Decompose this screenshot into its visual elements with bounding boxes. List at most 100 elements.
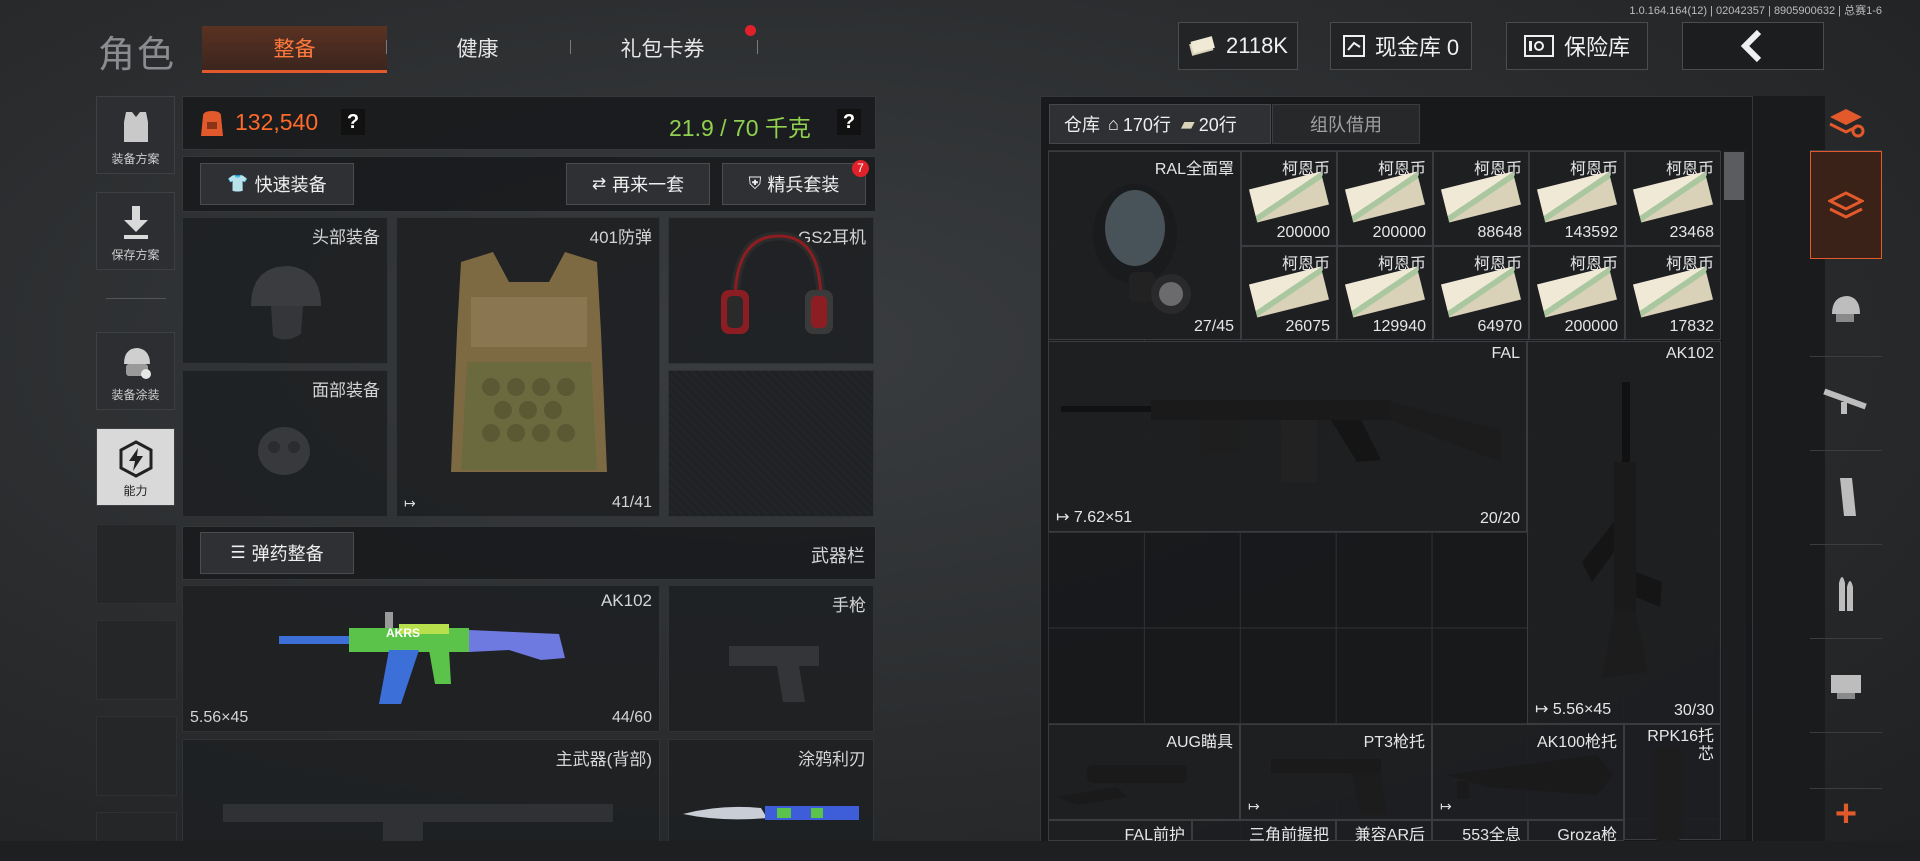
coin-stack[interactable]: 柯恩币 200000 [1529,246,1625,340]
loadout-value: 132,540 [235,109,319,135]
empty-slot [96,620,177,700]
coin-amount: 23468 [1669,224,1715,241]
help-icon[interactable]: ? [341,109,365,135]
coin-amount: 200000 [1564,318,1618,335]
tab-gift-cards[interactable]: 礼包卡券 [580,26,745,70]
warehouse-item-mask[interactable]: RAL全面罩 27/45 [1048,151,1241,340]
melee-slot[interactable]: 涂鸦利刃 [668,739,874,849]
coin-stack[interactable]: 柯恩币 143592 [1529,151,1625,246]
back-weapon-slot[interactable]: 主武器(背部) [182,739,660,849]
category-ammo[interactable] [1810,544,1882,639]
coin-stack[interactable]: 柯恩币 200000 [1337,151,1433,246]
coin-stack[interactable]: 柯恩币 26075 [1241,246,1337,340]
warehouse-item-ak100-stock[interactable]: AK100枪托 ↦ [1432,724,1624,820]
armor-slot[interactable]: 401防弹 ↦ 41/41 [396,217,660,517]
loadout-summary-bar: 132,540 ? 21.9 / 70 千克 ? [182,96,876,150]
money-display: 2118K [1178,22,1298,70]
cash-vault-label: 现金库 0 [1374,35,1460,60]
warehouse-item-partial[interactable]: 三角前握把 [1192,820,1336,844]
gear-paint-button[interactable]: 装备涂装 [96,332,175,410]
elite-set-button[interactable]: ⛨ 精兵套装 [722,163,866,205]
tab-health[interactable]: 健康 [400,26,555,70]
warehouse-item-pt3-stock[interactable]: PT3枪托 ↦ [1240,724,1432,820]
warehouse-item-rpk16-core[interactable]: RPK16托芯 [1624,724,1721,841]
coin-stack[interactable]: 柯恩币 23468 [1625,151,1721,246]
weight-help-icon[interactable]: ? [837,109,861,135]
pistol-slot-label: 手枪 [832,596,866,615]
equip-again-button[interactable]: ⇄ 再来一套 [566,163,710,205]
unequip-icon[interactable]: ↦ [404,495,416,512]
coin-amount: 143592 [1564,224,1618,241]
category-weapon[interactable] [1810,356,1882,451]
sort-button[interactable] [1810,96,1882,151]
warehouse-item-aug-scope[interactable]: AUG瞄具 [1048,724,1240,820]
pistol-slot[interactable]: 手枪 [668,585,874,732]
cash-vault-button[interactable]: 现金库 0 [1330,22,1472,70]
coin-stack[interactable]: 柯恩币 129940 [1337,246,1433,340]
version-info: 1.0.164.164(12) | 02042357 | 8905900632 … [1629,5,1882,17]
warehouse-item-fal[interactable]: FAL ↦ 7.62×51 20/20 [1048,341,1527,532]
warehouse-item-ak102[interactable]: AK102 ↦ 5.56×45 30/30 [1527,341,1721,724]
gear-paint-label: 装备涂装 [111,388,160,402]
team-borrow-tab[interactable]: 组队借用 [1272,104,1420,144]
safe-icon [1523,35,1554,57]
butterfly-knife-image [683,806,859,820]
safe-button[interactable]: 保险库 [1506,22,1648,70]
warehouse-tab[interactable]: 仓库 ⌂ 170行 ▰ 20行 [1049,104,1271,144]
ak102-ammo-count: 30/30 [1673,702,1714,719]
empty-slot [96,812,177,842]
home-icon: ⌂ [1108,113,1119,134]
category-helmet[interactable] [1810,262,1882,357]
mask-icon [258,427,310,475]
armor-durability: 41/41 [611,494,652,511]
coin-stack[interactable]: 柯恩币 17832 [1625,246,1721,340]
vest-icon [123,112,148,142]
warehouse-scrollbar[interactable] [1722,150,1746,840]
ak102-rifle-image [279,612,565,704]
scrollbar-thumb[interactable] [1724,152,1744,200]
tab-divider [570,40,571,54]
coin-amount: 17832 [1669,318,1715,335]
coin-stack[interactable]: 柯恩币 200000 [1241,151,1337,246]
category-all[interactable] [1810,151,1882,259]
quick-equip-label: 快速装备 [254,175,327,195]
elite-badge: 7 [852,160,869,177]
add-category-button[interactable]: + [1810,788,1882,839]
head-slot[interactable]: 头部装备 [182,217,388,364]
tab-divider [386,40,387,54]
back-button[interactable] [1682,22,1824,70]
coin-amount: 26075 [1285,318,1331,335]
headset-slot[interactable]: GS2耳机 [668,217,874,364]
category-attachment[interactable] [1810,638,1882,733]
save-plan-button[interactable]: 保存方案 [96,192,175,270]
ticket-icon: ▰ [1180,113,1195,134]
tab-divider [757,40,758,54]
tab-gear[interactable]: 整备 [202,26,387,73]
safe-label: 保险库 [1563,35,1630,60]
warehouse-item-partial[interactable]: 兼容AR后 [1336,820,1432,844]
headset-image [721,231,833,334]
category-magazine[interactable] [1810,450,1882,545]
face-slot[interactable]: 面部装备 [182,370,388,517]
bullet-category-icon [1839,577,1853,611]
cash-stack-icon [1632,171,1714,223]
ammo-list-icon: ☰ [230,543,246,562]
ability-button[interactable]: 能力 [96,428,175,506]
gear-plan-button[interactable]: 装备方案 [96,96,175,174]
cash-stack-icon [1536,266,1618,318]
unequip-icon: ↦ [1440,798,1452,814]
primary-ammo-type: 5.56×45 [190,709,249,726]
warehouse-item-partial[interactable]: 553全息 [1432,820,1528,844]
quick-equip-button[interactable]: 👕 快速装备 [200,163,354,205]
warehouse-item-partial[interactable]: Groza枪 [1528,820,1624,844]
coin-stack[interactable]: 柯恩币 88648 [1433,151,1529,246]
cash-stack-icon [1536,171,1618,223]
ak102-ammo-type: ↦ 5.56×45 [1535,699,1611,719]
warehouse-item-partial[interactable]: FAL前护 [1048,820,1192,844]
bottom-strip [0,841,1920,861]
ammo-prep-button[interactable]: ☰ 弹药整备 [200,532,354,574]
coin-amount: 88648 [1477,224,1523,241]
ammo-prep-label: 弹药整备 [251,544,324,564]
primary-weapon-slot[interactable]: AK102 AKRS 5.56×45 44/60 [182,585,660,732]
coin-stack[interactable]: 柯恩币 64970 [1433,246,1529,340]
